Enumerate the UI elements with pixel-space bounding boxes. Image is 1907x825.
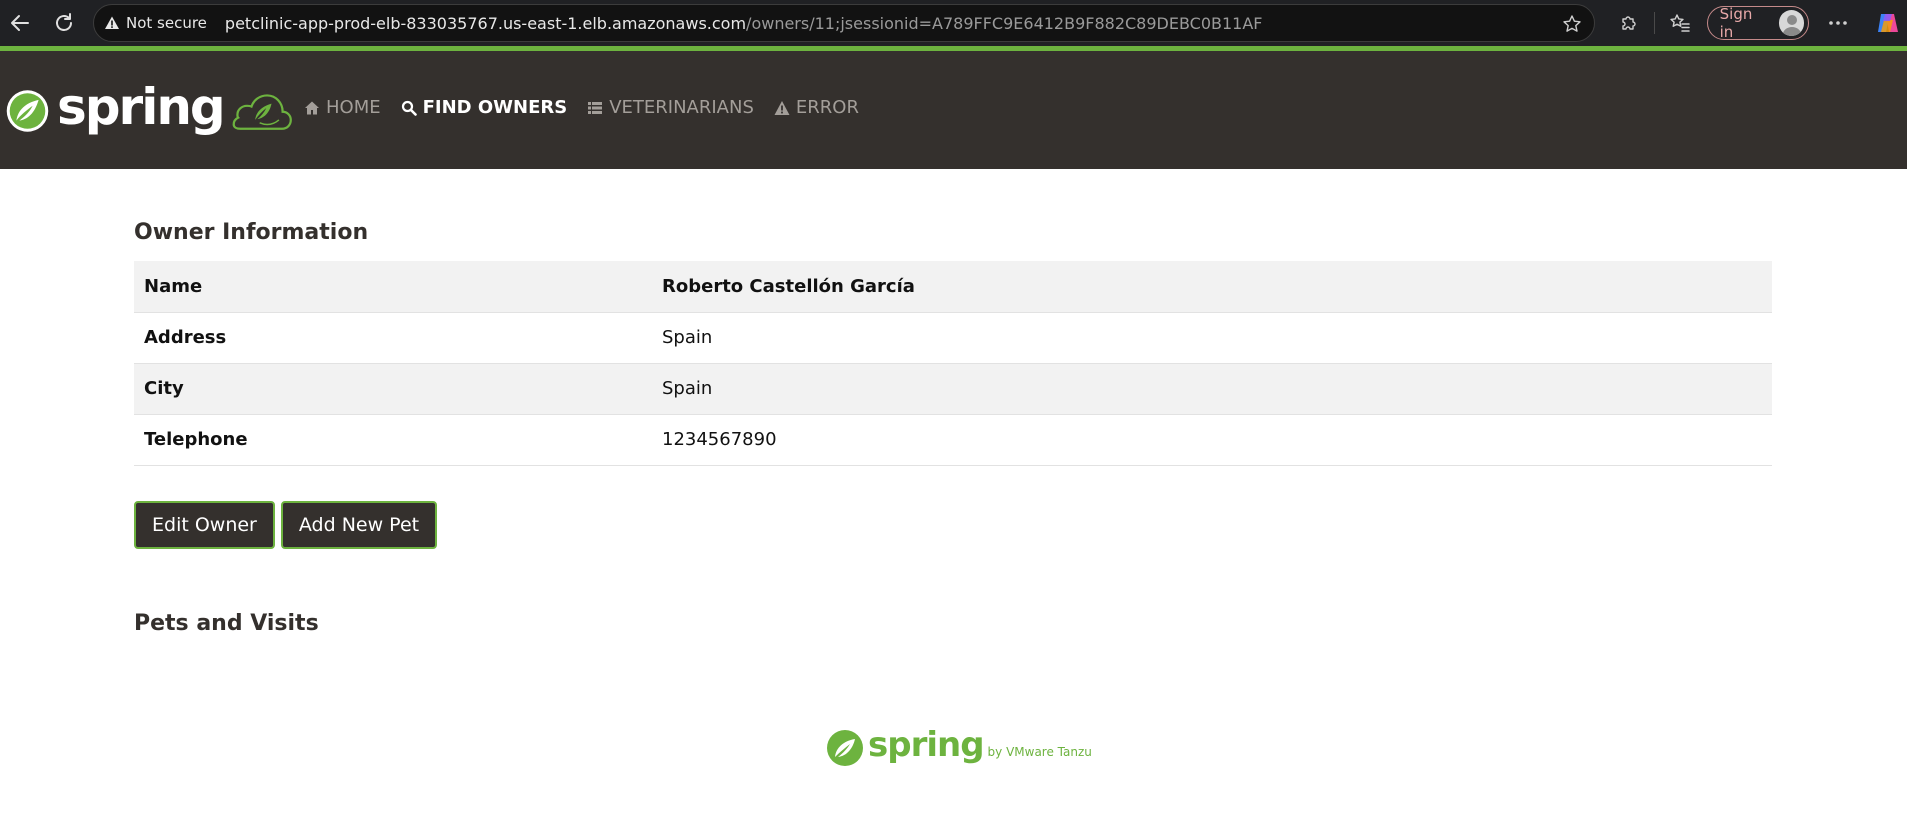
favorite-star-icon[interactable] [1562,14,1582,34]
nav-error-label: Error [795,97,859,118]
more-menu-button[interactable] [1819,4,1857,42]
row-label-telephone: Telephone [134,413,652,466]
security-chip[interactable]: Not secure [104,10,219,36]
nav-find-owners[interactable]: Find owners [401,97,568,118]
back-button[interactable] [2,5,38,41]
table-row: Telephone 1234567890 [134,413,1772,466]
row-label-address: Address [134,311,652,363]
ellipsis-icon [1829,21,1848,25]
address-bar[interactable]: Not secure petclinic-app-prod-elb-833035… [93,4,1595,42]
favorites-button[interactable] [1661,4,1699,42]
nav-veterinarians-label: Veterinarians [609,97,754,118]
table-row: Name Roberto Castellón García [134,261,1772,312]
copilot-icon [1878,14,1899,32]
pets-visits-heading: Pets and Visits [134,611,319,636]
list-icon [588,101,603,114]
spring-leaf-icon [827,730,863,766]
url-path: /owners/11;jsessionid=A789FFC9E6412B9F88… [746,13,1263,33]
security-label: Not secure [126,14,207,32]
browser-actions: Sign in [1610,4,1907,42]
spring-logo[interactable]: spring [6,79,292,143]
row-label-name: Name [134,261,652,312]
owner-address-value: Spain [652,311,1772,363]
back-arrow-icon [11,15,29,31]
sign-in-button[interactable]: Sign in [1706,5,1810,41]
reload-icon [56,13,72,31]
search-icon [401,100,417,116]
reload-button[interactable] [46,5,82,41]
warning-triangle-icon [105,16,119,29]
nav-home-label: Home [326,97,381,118]
warning-icon [774,100,790,115]
owner-actions: Edit Owner Add New Pet [134,501,443,549]
add-new-pet-button[interactable]: Add New Pet [280,501,438,549]
owner-name-value: Roberto Castellón García [652,261,1772,312]
toolbar-divider [1653,12,1655,34]
url-host: petclinic-app-prod-elb-833035767.us-east… [224,13,747,33]
owner-telephone-value: 1234567890 [652,413,1772,466]
browser-toolbar: Not secure petclinic-app-prod-elb-833035… [0,0,1907,46]
owner-city-value: Spain [652,362,1772,414]
nav-error[interactable]: Error [774,97,859,118]
url-text[interactable]: petclinic-app-prod-elb-833035767.us-east… [225,14,1263,33]
owner-info-heading: Owner Information [134,220,369,245]
table-row: City Spain [134,362,1772,414]
footer-byline: by VMware Tanzu [987,745,1092,759]
spring-leaf-icon [6,90,49,132]
app-navbar: spring Home Find owners Veterinarians Er… [0,51,1907,169]
edit-owner-button[interactable]: Edit Owner [134,501,275,549]
copilot-button[interactable] [1869,4,1907,42]
brand-wordmark: spring [56,78,226,136]
owner-info-table: Name Roberto Castellón García Address Sp… [134,261,1772,466]
puzzle-icon [1622,16,1636,30]
home-icon [305,101,319,114]
table-row: Address Spain [134,311,1772,363]
profile-avatar-icon [1778,10,1805,36]
nav-home[interactable]: Home [304,97,381,118]
footer-wordmark: spring [868,725,985,765]
nav-find-owners-label: Find owners [422,97,568,118]
sign-in-label: Sign in [1719,5,1753,41]
extensions-button[interactable] [1610,4,1648,42]
main-nav: Home Find owners Veterinarians Error [304,97,879,118]
pet-cloud-icon [232,94,292,130]
row-label-city: City [134,362,652,414]
footer-logo: spring by VMware Tanzu [826,725,1092,768]
favorites-list-icon [1670,14,1690,32]
nav-veterinarians[interactable]: Veterinarians [587,97,754,118]
